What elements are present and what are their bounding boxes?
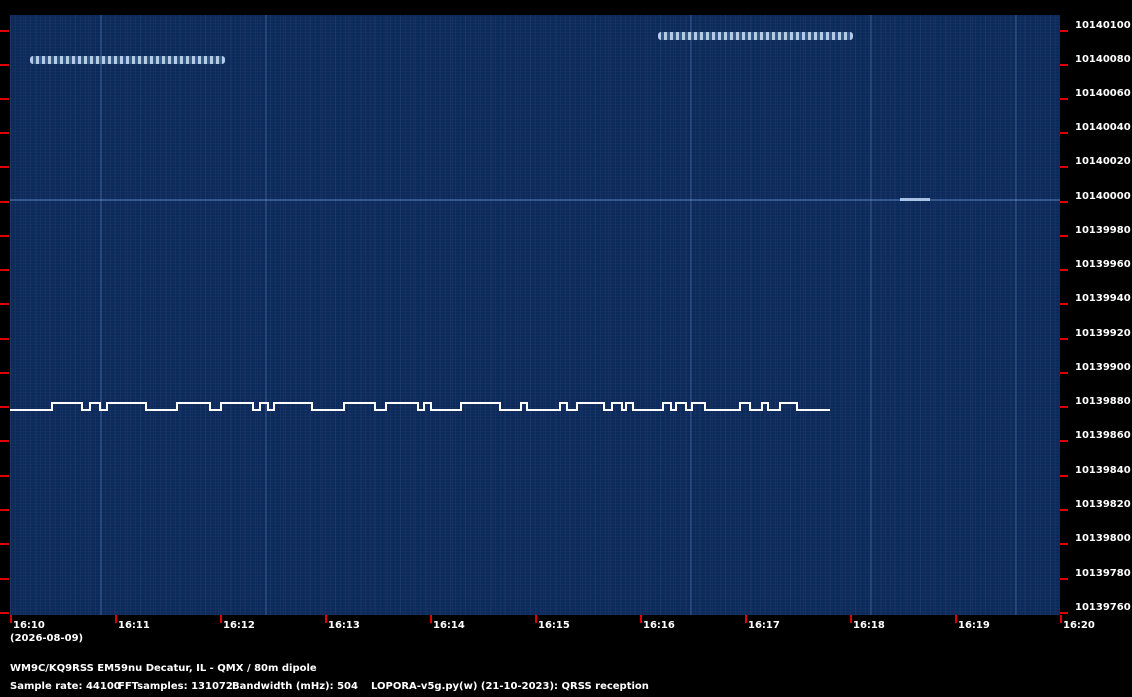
x-tick [1060, 615, 1062, 623]
sample-rate: Sample rate: 44100 [10, 681, 121, 692]
qrss-fsk-signal [10, 402, 830, 411]
x-tick [325, 615, 327, 623]
y-axis-label: 10139940 [1075, 293, 1131, 304]
y-axis-label: 10139900 [1075, 362, 1131, 373]
y-tick-left [0, 372, 9, 374]
y-tick-left [0, 98, 9, 100]
y-tick-left [0, 269, 9, 271]
y-tick-right [1060, 338, 1068, 340]
station-info: WM9C/KQ9RSS EM59nu Decatur, IL - QMX / 8… [10, 663, 317, 674]
y-axis-label: 10139980 [1075, 225, 1131, 236]
y-tick-left [0, 509, 9, 511]
x-axis-label: 16:15 [538, 620, 570, 631]
y-axis-label: 10139960 [1075, 259, 1131, 270]
y-tick-right [1060, 475, 1068, 477]
y-tick-left [0, 303, 9, 305]
y-tick-right [1060, 578, 1068, 580]
x-tick [640, 615, 642, 623]
y-tick-left [0, 612, 9, 614]
y-tick-left [0, 440, 9, 442]
x-axis-label: 16:19 [958, 620, 990, 631]
y-tick-left [0, 166, 9, 168]
y-axis-label: 10140080 [1075, 54, 1131, 65]
y-tick-left [0, 235, 9, 237]
y-tick-right [1060, 98, 1068, 100]
x-tick [10, 615, 12, 623]
y-tick-right [1060, 64, 1068, 66]
x-axis-label: 16:10 [13, 620, 45, 631]
y-tick-left [0, 30, 9, 32]
y-axis-label: 10140060 [1075, 88, 1131, 99]
y-tick-right [1060, 406, 1068, 408]
bandwidth: Bandwidth (mHz): 504 [232, 681, 358, 692]
y-tick-right [1060, 201, 1068, 203]
y-tick-left [0, 543, 9, 545]
y-tick-left [0, 132, 9, 134]
x-axis-label: 16:12 [223, 620, 255, 631]
y-axis-label: 10139800 [1075, 533, 1131, 544]
y-tick-left [0, 201, 9, 203]
y-tick-right [1060, 372, 1068, 374]
y-axis-label: 10140020 [1075, 156, 1131, 167]
x-axis-label: 16:13 [328, 620, 360, 631]
x-axis-label: 16:14 [433, 620, 465, 631]
y-tick-right [1060, 509, 1068, 511]
x-tick [535, 615, 537, 623]
y-tick-right [1060, 166, 1068, 168]
y-tick-right [1060, 303, 1068, 305]
y-axis-label: 10140000 [1075, 191, 1131, 202]
y-axis-label: 10139780 [1075, 568, 1131, 579]
y-axis-label: 10139760 [1075, 602, 1131, 613]
x-date-label: (2026-08-09) [10, 633, 84, 644]
x-axis-label: 16:11 [118, 620, 150, 631]
y-tick-left [0, 475, 9, 477]
y-tick-right [1060, 235, 1068, 237]
y-tick-right [1060, 543, 1068, 545]
y-axis-label: 10140040 [1075, 122, 1131, 133]
y-axis-label: 10139840 [1075, 465, 1131, 476]
y-tick-left [0, 338, 9, 340]
y-tick-right [1060, 30, 1068, 32]
x-axis-label: 16:16 [643, 620, 675, 631]
x-tick [430, 615, 432, 623]
x-tick [115, 615, 117, 623]
x-axis-label: 16:20 [1063, 620, 1095, 631]
x-tick [745, 615, 747, 623]
y-axis-label: 10140100 [1075, 20, 1131, 31]
y-axis-label: 10139820 [1075, 499, 1131, 510]
x-axis-label: 16:18 [853, 620, 885, 631]
y-axis-label: 10139860 [1075, 430, 1131, 441]
x-axis-label: 16:17 [748, 620, 780, 631]
x-tick [955, 615, 957, 623]
fft-samples: FFTsamples: 131072 [118, 681, 233, 692]
y-tick-left [0, 578, 9, 580]
x-tick [220, 615, 222, 623]
software-info: LOPORA-v5g.py(w) (21-10-2023): QRSS rece… [371, 681, 649, 692]
y-axis-label: 10139880 [1075, 396, 1131, 407]
y-tick-left [0, 406, 9, 408]
y-tick-right [1060, 132, 1068, 134]
y-tick-right [1060, 612, 1068, 614]
waterfall-spectrogram [10, 15, 1060, 615]
y-tick-right [1060, 440, 1068, 442]
y-tick-right [1060, 269, 1068, 271]
y-axis-label: 10139920 [1075, 328, 1131, 339]
x-tick [850, 615, 852, 623]
y-tick-left [0, 64, 9, 66]
